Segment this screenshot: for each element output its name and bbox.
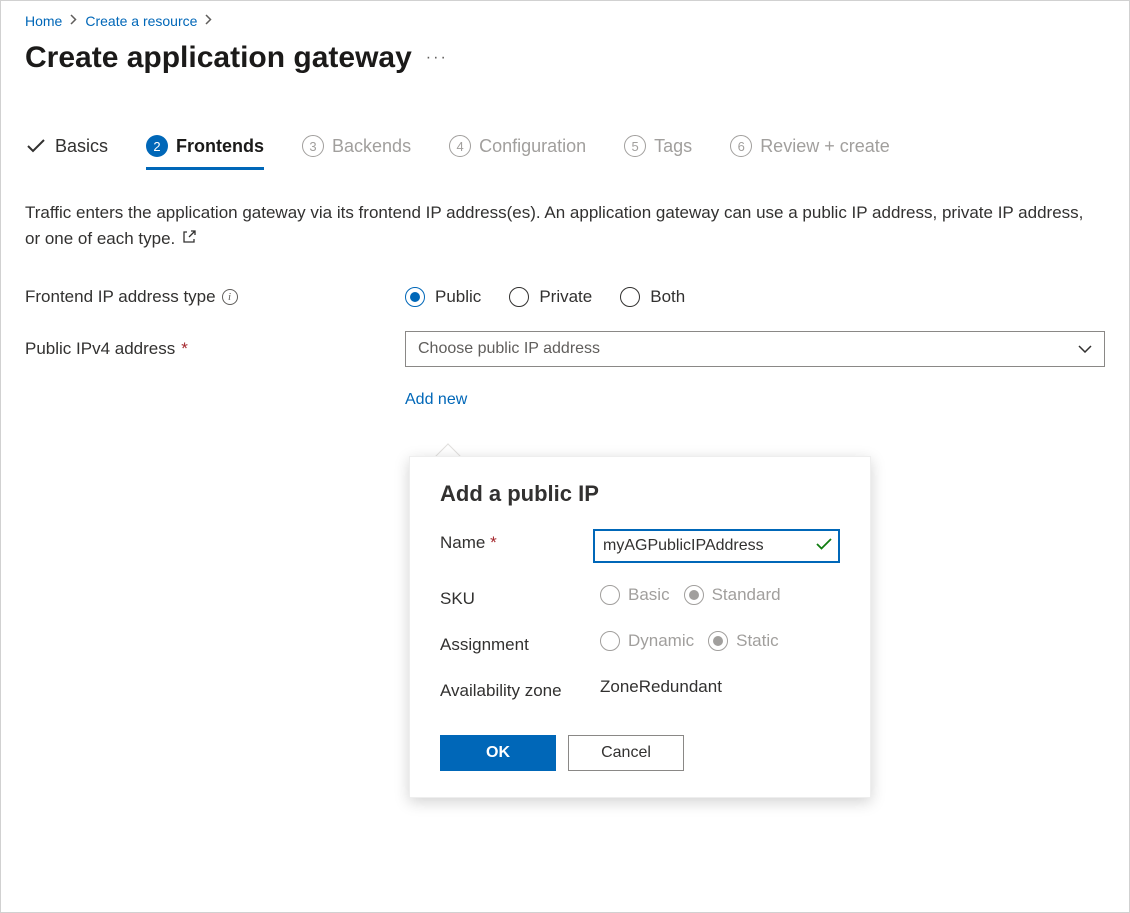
radio-icon bbox=[708, 631, 728, 651]
info-icon[interactable]: i bbox=[222, 289, 238, 305]
step-number: 4 bbox=[449, 135, 471, 157]
radio-assignment-static: Static bbox=[708, 631, 779, 651]
step-number: 6 bbox=[730, 135, 752, 157]
name-input-wrap bbox=[593, 529, 840, 563]
tab-frontends[interactable]: 2 Frontends bbox=[146, 135, 264, 170]
radio-label: Both bbox=[650, 287, 685, 307]
radio-sku-basic: Basic bbox=[600, 585, 670, 605]
tab-label: Tags bbox=[654, 136, 692, 157]
add-public-ip-popover-container: Add a public IP Name * SKU bbox=[409, 456, 871, 798]
popover-name-label: Name * bbox=[440, 529, 593, 553]
public-ipv4-label: Public IPv4 address * bbox=[25, 339, 405, 359]
dropdown-placeholder: Choose public IP address bbox=[418, 340, 600, 358]
tab-backends[interactable]: 3 Backends bbox=[302, 135, 411, 170]
radio-label: Static bbox=[736, 631, 779, 651]
radio-private[interactable]: Private bbox=[509, 287, 592, 307]
popover-sku-row: SKU Basic Standard bbox=[440, 585, 840, 609]
page-title: Create application gateway bbox=[25, 41, 412, 75]
public-ipv4-row: Public IPv4 address * Choose public IP a… bbox=[25, 331, 1105, 367]
radio-sku-standard: Standard bbox=[684, 585, 781, 605]
breadcrumb: Home Create a resource bbox=[25, 13, 1105, 29]
breadcrumb-home[interactable]: Home bbox=[25, 13, 62, 29]
radio-public[interactable]: Public bbox=[405, 287, 481, 307]
tab-tags[interactable]: 5 Tags bbox=[624, 135, 692, 170]
step-number: 5 bbox=[624, 135, 646, 157]
name-input[interactable] bbox=[603, 533, 810, 559]
radio-both[interactable]: Both bbox=[620, 287, 685, 307]
chevron-right-icon bbox=[205, 14, 212, 28]
radio-icon bbox=[600, 631, 620, 651]
popover-sku-label: SKU bbox=[440, 585, 600, 609]
required-star-icon: * bbox=[490, 533, 497, 552]
popover-assignment-row: Assignment Dynamic Static bbox=[440, 631, 840, 655]
popover-footer: OK Cancel bbox=[440, 735, 840, 771]
tab-configuration[interactable]: 4 Configuration bbox=[449, 135, 586, 170]
popover-assignment-label: Assignment bbox=[440, 631, 600, 655]
frontend-ip-type-row: Frontend IP address type i Public Privat… bbox=[25, 287, 1105, 307]
radio-icon bbox=[684, 585, 704, 605]
cancel-button[interactable]: Cancel bbox=[568, 735, 684, 771]
radio-label: Private bbox=[539, 287, 592, 307]
tab-label: Basics bbox=[55, 136, 108, 157]
radio-icon bbox=[600, 585, 620, 605]
radio-assignment-dynamic: Dynamic bbox=[600, 631, 694, 651]
required-star-icon: * bbox=[181, 339, 188, 359]
radio-label: Standard bbox=[712, 585, 781, 605]
popover-name-row: Name * bbox=[440, 529, 840, 563]
step-number: 2 bbox=[146, 135, 168, 157]
tab-review-create[interactable]: 6 Review + create bbox=[730, 135, 890, 170]
add-public-ip-popover: Add a public IP Name * SKU bbox=[409, 456, 871, 798]
page-title-row: Create application gateway ··· bbox=[25, 41, 1105, 75]
radio-label: Basic bbox=[628, 585, 670, 605]
external-link-icon[interactable] bbox=[182, 230, 196, 250]
tab-label: Frontends bbox=[176, 136, 264, 157]
radio-icon bbox=[509, 287, 529, 307]
chevron-down-icon bbox=[1078, 340, 1092, 358]
breadcrumb-create-resource[interactable]: Create a resource bbox=[85, 13, 197, 29]
valid-check-icon bbox=[816, 537, 832, 556]
radio-icon bbox=[620, 287, 640, 307]
public-ip-dropdown[interactable]: Choose public IP address bbox=[405, 331, 1105, 367]
popover-availability-zone-value: ZoneRedundant bbox=[600, 677, 840, 697]
popover-availability-zone-row: Availability zone ZoneRedundant bbox=[440, 677, 840, 701]
frontend-ip-type-label: Frontend IP address type i bbox=[25, 287, 405, 307]
frontend-ip-type-radio-group: Public Private Both bbox=[405, 287, 685, 307]
add-new-link[interactable]: Add new bbox=[405, 391, 467, 409]
tab-basics[interactable]: Basics bbox=[25, 135, 108, 170]
popover-availability-zone-label: Availability zone bbox=[440, 677, 600, 701]
tab-label: Review + create bbox=[760, 136, 890, 157]
tab-label: Backends bbox=[332, 136, 411, 157]
tabs: Basics 2 Frontends 3 Backends 4 Configur… bbox=[25, 135, 1105, 170]
ok-button[interactable]: OK bbox=[440, 735, 556, 771]
check-icon bbox=[25, 135, 47, 157]
popover-title: Add a public IP bbox=[440, 481, 840, 507]
radio-label: Public bbox=[435, 287, 481, 307]
more-options-icon[interactable]: ··· bbox=[426, 49, 448, 67]
step-number: 3 bbox=[302, 135, 324, 157]
tab-label: Configuration bbox=[479, 136, 586, 157]
chevron-right-icon bbox=[70, 14, 77, 28]
description-text: Traffic enters the application gateway v… bbox=[25, 200, 1085, 253]
radio-icon bbox=[405, 287, 425, 307]
radio-label: Dynamic bbox=[628, 631, 694, 651]
